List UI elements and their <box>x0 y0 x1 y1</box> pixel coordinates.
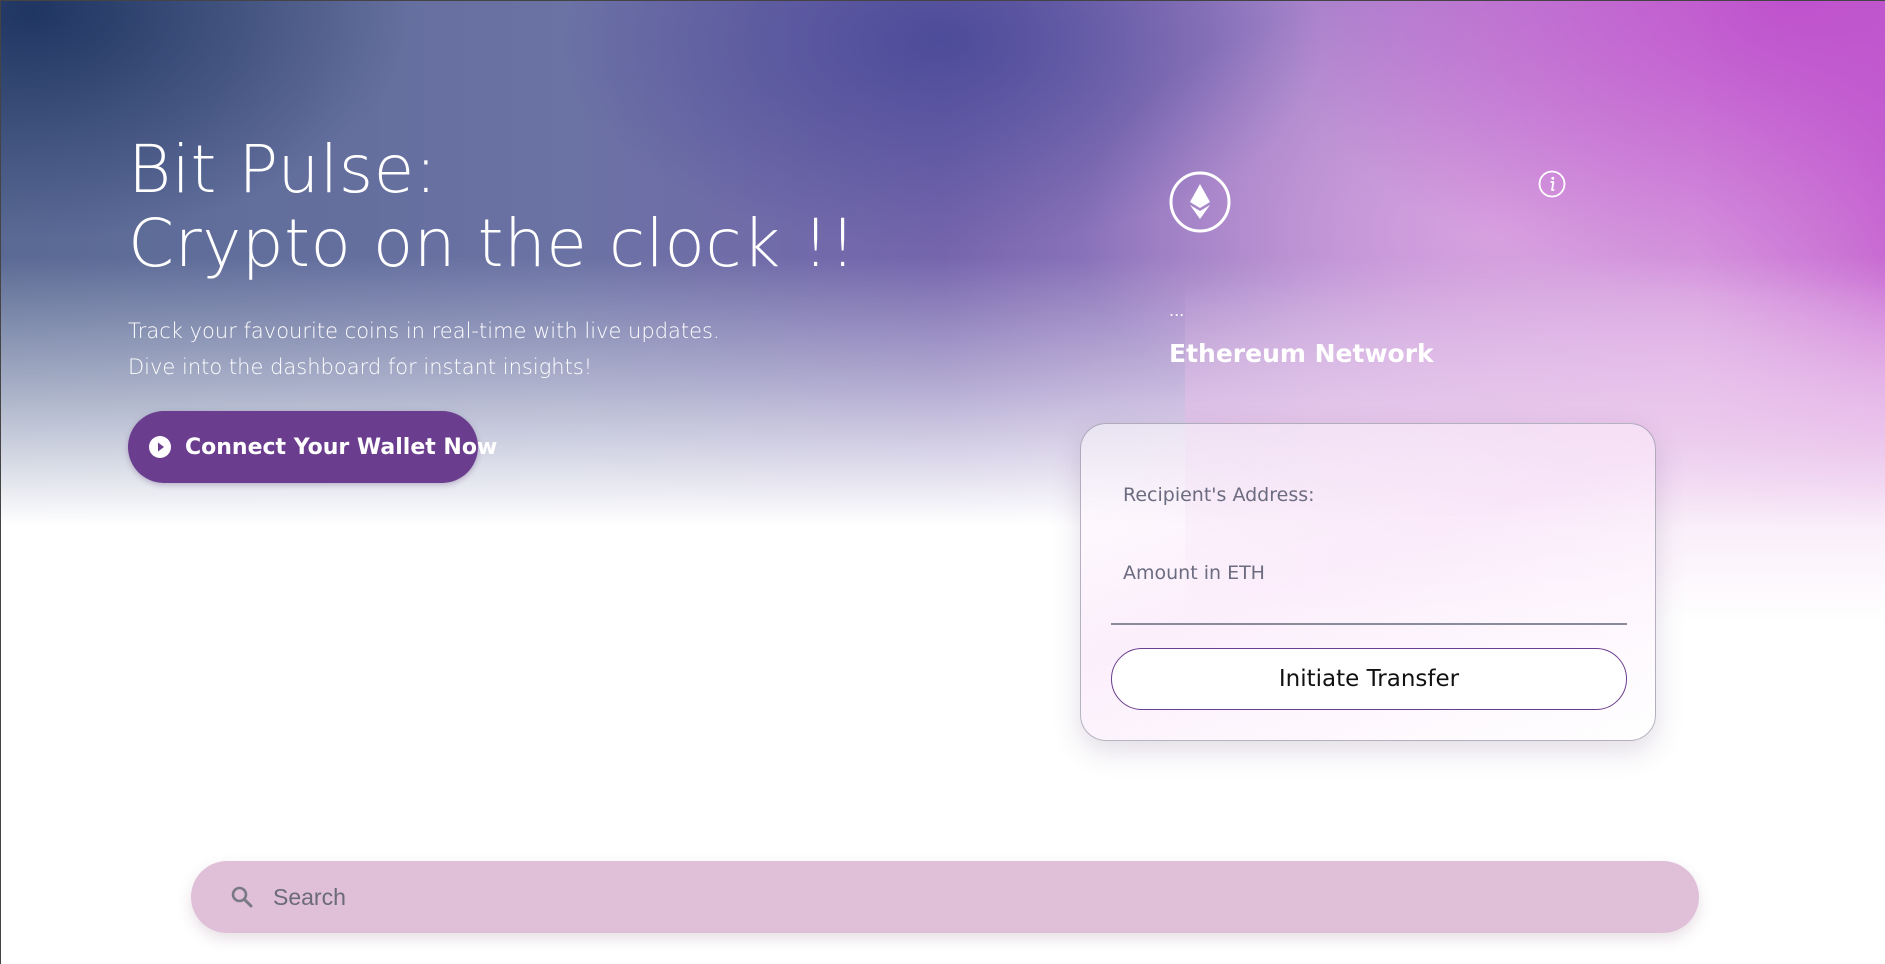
hero-subtitle: Track your favourite coins in real-time … <box>128 313 720 385</box>
play-circle-icon <box>148 435 172 459</box>
page: Bit Pulse: Crypto on the clock !! Track … <box>0 0 1885 964</box>
field-divider <box>1111 623 1627 625</box>
connect-wallet-button[interactable]: Connect Your Wallet Now <box>128 411 497 483</box>
hero-title-line-1: Bit Pulse: <box>128 131 438 208</box>
search-bar[interactable] <box>191 861 1699 933</box>
transfer-form-card: Initiate Transfer <box>1080 423 1656 741</box>
initiate-transfer-button[interactable]: Initiate Transfer <box>1111 648 1627 710</box>
hero-subtitle-line-1: Track your favourite coins in real-time … <box>128 319 720 343</box>
search-icon <box>229 884 255 910</box>
info-icon[interactable] <box>1538 170 1566 198</box>
network-label: Ethereum Network <box>1169 339 1434 368</box>
amount-eth-input[interactable] <box>1111 553 1627 593</box>
search-input[interactable] <box>271 882 1699 912</box>
connect-wallet-label: Connect Your Wallet Now <box>185 434 498 460</box>
hero-subtitle-line-2: Dive into the dashboard for instant insi… <box>128 355 593 379</box>
hero-title: Bit Pulse: Crypto on the clock !! <box>128 133 856 281</box>
recipient-address-input[interactable] <box>1111 475 1627 515</box>
ethereum-icon <box>1169 171 1231 233</box>
hero-title-line-2: Crypto on the clock !! <box>128 205 857 282</box>
wallet-address: ... <box>1169 301 1185 320</box>
